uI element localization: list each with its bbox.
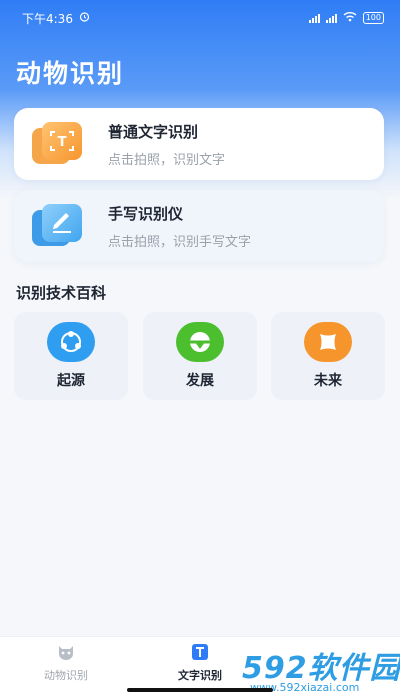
page-title: 动物识别: [16, 59, 125, 88]
status-time: 下午4:36: [22, 11, 73, 26]
cross-flower-icon: [304, 322, 352, 362]
card-text-recognition[interactable]: T 普通文字识别 点击拍照，识别文字: [14, 108, 384, 180]
wifi-icon: [343, 11, 357, 25]
tile-label: 发展: [186, 373, 214, 389]
signal-icon-2: [325, 13, 337, 23]
card-handwriting-recognition[interactable]: 手写识别仪 点击拍照，识别手写文字: [14, 190, 384, 262]
network-icon: [47, 322, 95, 362]
tile-development[interactable]: 发展: [143, 312, 257, 400]
nav-item-animal[interactable]: 动物识别: [6, 643, 126, 685]
card-title: 手写识别仪: [108, 204, 184, 223]
animal-face-icon: [56, 643, 76, 661]
pen-write-icon: [32, 204, 84, 248]
text-doc-icon: [190, 643, 210, 661]
text-scan-icon: T: [32, 122, 84, 166]
card-title: 普通文字识别: [108, 122, 199, 141]
tile-label: 起源: [57, 373, 85, 389]
alarm-icon: [79, 11, 90, 25]
card-subtitle: 点击拍照，识别手写文字: [108, 234, 252, 250]
tile-label: 未来: [314, 373, 342, 389]
home-indicator: [127, 688, 273, 692]
tile-origin[interactable]: 起源: [14, 312, 128, 400]
tile-future[interactable]: 未来: [271, 312, 385, 400]
section-title: 识别技术百科: [16, 284, 107, 302]
nav-label: 动物识别: [44, 669, 88, 682]
signal-icon: [308, 13, 320, 23]
card-subtitle: 点击拍照，识别文字: [108, 152, 226, 168]
status-bar: 下午4:36 100: [0, 0, 400, 36]
nav-label: 文字识别: [178, 669, 222, 682]
battery-indicator: 100: [362, 12, 384, 24]
globe-icon: [176, 322, 224, 362]
svg-text:T: T: [58, 135, 67, 150]
